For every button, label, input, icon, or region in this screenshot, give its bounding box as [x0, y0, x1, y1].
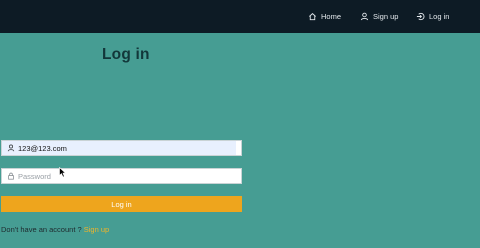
- user-field-icon: [7, 144, 15, 152]
- email-field-edge: [236, 141, 241, 155]
- mouse-cursor-icon: [59, 167, 67, 178]
- signup-link[interactable]: Sign up: [84, 225, 109, 234]
- nav-login-link[interactable]: Log in: [416, 0, 449, 33]
- email-input[interactable]: [18, 141, 238, 155]
- home-icon: [309, 13, 316, 21]
- top-navbar: Home Sign up Log in: [0, 0, 480, 33]
- user-icon: [360, 12, 369, 21]
- lock-icon: [8, 172, 14, 180]
- nav-signup-label: Sign up: [373, 12, 399, 21]
- email-field[interactable]: [1, 140, 242, 156]
- nav-home-label: Home: [321, 12, 342, 21]
- login-icon: [416, 12, 425, 21]
- page-title: Log in: [102, 46, 150, 63]
- signup-prompt: Don't have an account ? Sign up: [1, 225, 109, 234]
- password-input[interactable]: [18, 169, 238, 183]
- nav-home-link[interactable]: Home: [308, 0, 341, 33]
- password-field[interactable]: [1, 168, 242, 184]
- signup-prompt-text: Don't have an account ?: [1, 225, 82, 234]
- nav-signup-link[interactable]: Sign up: [360, 0, 398, 33]
- login-submit-button[interactable]: Log in: [1, 196, 242, 212]
- nav-login-label: Log in: [429, 12, 450, 21]
